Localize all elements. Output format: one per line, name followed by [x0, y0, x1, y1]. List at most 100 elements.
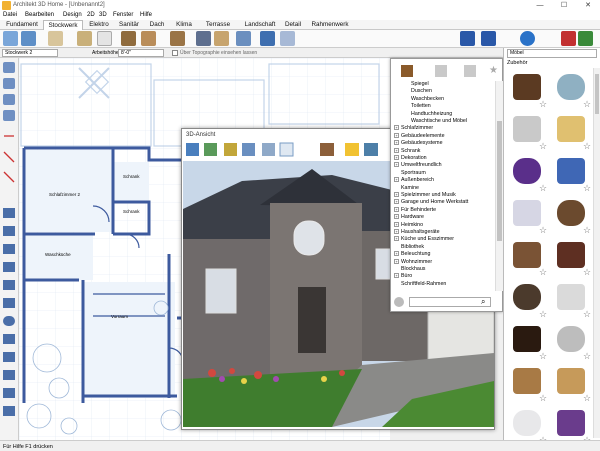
library-item-soap-dispenser[interactable]: ☆ [507, 195, 547, 235]
library-item-stool[interactable]: ☆ [551, 363, 591, 403]
catalog-item[interactable]: + Haushaltsgeräte [394, 229, 440, 236]
tab-klima[interactable]: Klima [172, 20, 196, 30]
catalog-item[interactable]: Kamine [394, 185, 419, 192]
expand-icon[interactable]: + [394, 192, 399, 198]
view-2d-icon[interactable] [460, 31, 475, 46]
favorite-star-icon[interactable]: ☆ [539, 310, 547, 319]
library-item-bathmat-purple[interactable]: ☆ [507, 153, 547, 193]
catalog-item[interactable]: Waschbecken [411, 96, 444, 103]
catalog-scrollbar[interactable] [495, 81, 503, 291]
expand-icon[interactable]: + [394, 140, 399, 146]
stairs-icon[interactable] [170, 31, 185, 46]
library-item-candles[interactable]: ☆ [551, 111, 591, 151]
tab-fundament[interactable]: Fundament [3, 20, 41, 30]
library-scrollbar[interactable] [593, 68, 600, 438]
catalog-item[interactable]: Duschen [411, 88, 432, 95]
fence-icon[interactable] [214, 31, 229, 46]
favorite-star-icon[interactable]: ☆ [539, 142, 547, 151]
expand-icon[interactable]: + [394, 162, 399, 168]
catalog-item[interactable]: Waschtische und Möbel [411, 118, 467, 125]
favorite-star-icon[interactable]: ☆ [539, 394, 547, 403]
catalog-search-input[interactable] [409, 297, 491, 307]
favorite-star-icon[interactable]: ☆ [539, 226, 547, 235]
cabinet-icon[interactable] [141, 31, 156, 46]
favorite-star-icon[interactable]: ☆ [583, 268, 591, 277]
library-item-towel-brown[interactable]: ☆ [551, 195, 591, 235]
catalog-house-tab-icon[interactable] [401, 65, 413, 77]
minimize-button[interactable]: — [528, 1, 552, 10]
catalog-item[interactable]: + Schrank [394, 148, 420, 155]
railing-icon[interactable] [196, 31, 211, 46]
topography-checkbox[interactable] [172, 50, 178, 56]
catalog-item[interactable]: + Gebäudeelemente [394, 133, 445, 140]
catalog-tab-2-icon[interactable] [435, 65, 447, 77]
catalog-item[interactable]: + Spielzimmer und Musik [394, 192, 456, 199]
wall-tool-icon[interactable] [48, 31, 63, 46]
catalog-item[interactable]: Bibliothek [394, 244, 424, 251]
favorite-star-icon[interactable]: ☆ [583, 100, 591, 109]
expand-icon[interactable]: + [394, 147, 399, 153]
catalog-item[interactable]: + Umweltfreundlich [394, 162, 442, 169]
menu-item-bearbeiten[interactable]: Bearbeiten [25, 12, 54, 18]
catalog-item[interactable]: Blockhaus [394, 266, 425, 273]
expand-icon[interactable]: + [394, 177, 399, 183]
favorite-star-icon[interactable]: ☆ [539, 268, 547, 277]
favorite-star-icon[interactable]: ☆ [583, 142, 591, 151]
expand-icon[interactable]: + [394, 132, 399, 138]
catalog-scrollbar-thumb[interactable] [497, 121, 502, 241]
menu-item-hilfe[interactable]: Hilfe [140, 12, 152, 18]
favorite-star-icon[interactable]: ☆ [583, 352, 591, 361]
menu-item-fenster[interactable]: Fenster [113, 12, 133, 18]
search-icon[interactable]: ⌕ [481, 297, 491, 307]
expand-icon[interactable]: + [394, 221, 399, 227]
catalog-item[interactable]: + Dekoration [394, 155, 427, 162]
house-red-icon[interactable] [561, 31, 576, 46]
expand-icon[interactable]: + [394, 125, 399, 131]
library-item-rug-brown[interactable]: ☆ [507, 237, 547, 277]
expand-icon[interactable]: + [394, 206, 399, 212]
library-item-bottles[interactable]: ☆ [507, 111, 547, 151]
catalog-item[interactable]: + Wohnzimmer [394, 259, 432, 266]
catalog-favorites-tab-icon[interactable]: ★ [489, 65, 499, 77]
catalog-item[interactable]: + Gebäudesysteme [394, 140, 443, 147]
catalog-item[interactable]: + Garage und Home Werkstatt [394, 199, 468, 206]
expand-icon[interactable]: + [394, 251, 399, 257]
catalog-item[interactable]: + Außenbereich [394, 177, 434, 184]
library-item-bottle-purple[interactable]: ☆ [551, 405, 591, 445]
expand-icon[interactable]: + [394, 236, 399, 242]
tab-landschaft[interactable]: Landschaft [240, 20, 280, 30]
maximize-button[interactable]: ☐ [552, 1, 576, 10]
tab-dach[interactable]: Dach [146, 20, 168, 30]
menu-item-3d[interactable]: 3D [99, 12, 107, 18]
favorite-star-icon[interactable]: ☆ [539, 100, 547, 109]
info-icon[interactable] [520, 31, 535, 46]
expand-icon[interactable]: + [394, 258, 399, 264]
library-category-select[interactable]: Möbel [507, 49, 597, 58]
tab-elektro[interactable]: Elektro [85, 20, 113, 30]
favorite-star-icon[interactable]: ☆ [539, 184, 547, 193]
window-tool-icon[interactable] [97, 31, 112, 46]
catalog-download-tab-icon[interactable] [464, 65, 476, 77]
menu-item-datei[interactable]: Datei [3, 12, 17, 18]
door-tool-icon[interactable] [77, 31, 92, 46]
favorite-star-icon[interactable]: ☆ [539, 352, 547, 361]
catalog-item[interactable]: Schriftfeld-Rahmen [394, 281, 446, 288]
favorite-star-icon[interactable]: ☆ [583, 184, 591, 193]
floor-select[interactable]: Stockwerk 2 [2, 49, 58, 57]
catalog-item[interactable]: Sportraum [394, 170, 426, 177]
door-frame-icon[interactable] [121, 31, 136, 46]
catalog-item[interactable]: + Beleuchtung [394, 251, 430, 258]
arch-icon[interactable] [236, 31, 251, 46]
menu-item-2d[interactable]: 2D [87, 12, 95, 18]
catalog-item[interactable]: Spiegel [411, 81, 429, 88]
favorite-star-icon[interactable]: ☆ [583, 226, 591, 235]
library-item-towels-white[interactable]: ☆ [551, 279, 591, 319]
library-item-vase-blue[interactable]: ☆ [551, 153, 591, 193]
tab-terrasse[interactable]: Terrasse [200, 20, 236, 30]
menu-item-design[interactable]: Design [63, 12, 82, 18]
tab-detail[interactable]: Detail [282, 20, 304, 30]
catalog-item[interactable]: + Schlafzimmer [394, 125, 433, 132]
tree-icon[interactable] [578, 31, 593, 46]
workheight-input[interactable]: 8'-0" [118, 49, 164, 57]
move-tool-icon[interactable] [21, 31, 36, 46]
